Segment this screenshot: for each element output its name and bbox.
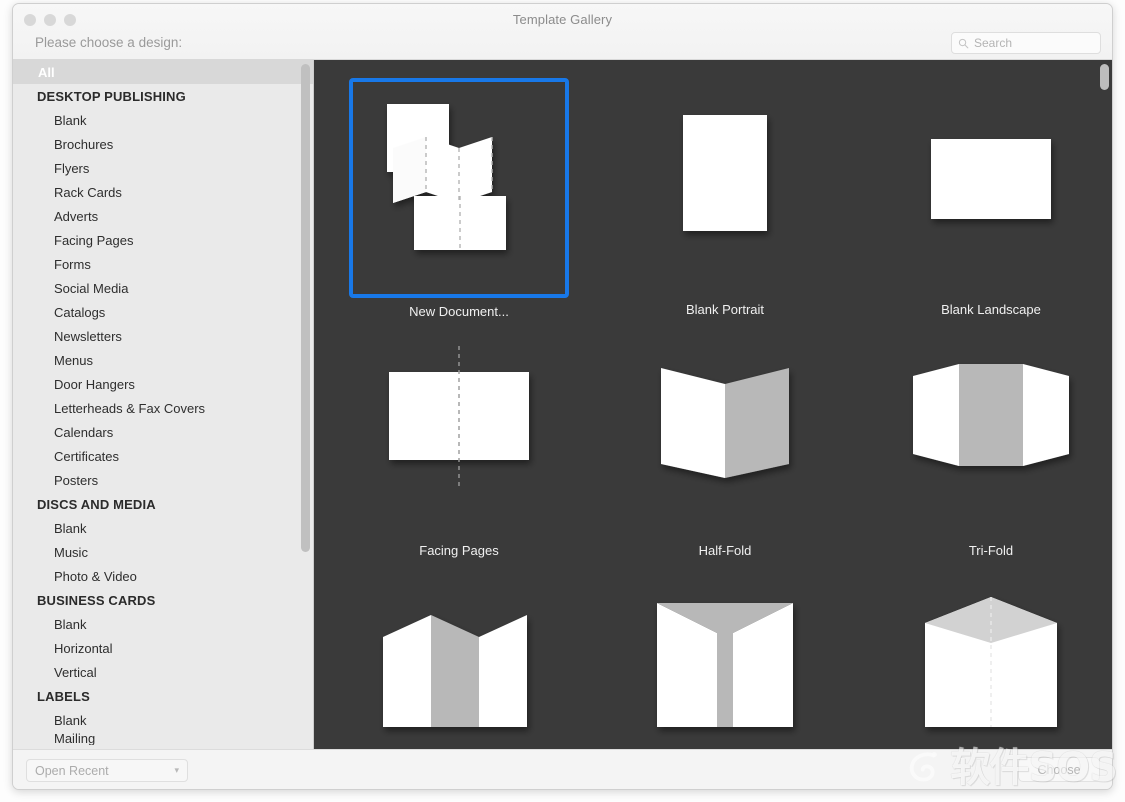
choose-button[interactable]: Choose <box>1018 757 1100 782</box>
sidebar-item-letterheads-fax-covers[interactable]: Letterheads & Fax Covers <box>13 396 313 420</box>
template-thumbnail[interactable] <box>616 319 834 537</box>
sidebar-item-menus[interactable]: Menus <box>13 348 313 372</box>
multi-document-thumbnail-icon <box>387 104 506 250</box>
template-thumbnail[interactable] <box>616 78 834 296</box>
sidebar-item-horizontal[interactable]: Horizontal <box>13 636 313 660</box>
sidebar-section-header: LABELS <box>37 688 90 704</box>
search-input[interactable] <box>974 36 1094 50</box>
sidebar-item-flyers[interactable]: Flyers <box>13 156 313 180</box>
sidebar-item-social-media[interactable]: Social Media <box>13 276 313 300</box>
sidebar-item-adverts[interactable]: Adverts <box>13 204 313 228</box>
template-gallery-window: Template Gallery Please choose a design:… <box>12 3 1113 790</box>
template-thumbnail[interactable] <box>350 319 568 537</box>
half-fold-thumbnail-icon <box>661 368 789 478</box>
gate-fold-thumbnail-icon <box>657 603 793 727</box>
template-thumbnail[interactable] <box>882 558 1100 749</box>
gallery-row: New Document... Blank Portrait Blank Lands… <box>314 78 1112 319</box>
facing-pages-thumbnail-icon <box>389 346 529 486</box>
template-card-label: Blank Portrait <box>685 302 765 317</box>
gallery-rows: New Document... Blank Portrait Blank Lands… <box>314 60 1112 749</box>
template-card-facing-pages[interactable]: Facing Pages <box>338 319 580 558</box>
screen: Template Gallery Please choose a design:… <box>0 0 1125 802</box>
sidebar-item-certificates[interactable]: Certificates <box>13 444 313 468</box>
window-body: All DESKTOP PUBLISHING Blank Brochures Flyer… <box>13 60 1112 749</box>
gallery-row: Facing Pages Half-Fold Tri-Fold <box>314 319 1112 558</box>
chevron-down-icon: ▾ <box>174 765 179 775</box>
sidebar-item-door-hangers[interactable]: Door Hangers <box>13 372 313 396</box>
open-recent-dropdown[interactable]: Open Recent ▾ <box>26 759 188 782</box>
book-fold-thumbnail-icon <box>925 597 1057 727</box>
sidebar-item-calendars[interactable]: Calendars <box>13 420 313 444</box>
category-sidebar: All DESKTOP PUBLISHING Blank Brochures Flyer… <box>13 60 314 749</box>
template-card-label: Facing Pages <box>419 543 499 558</box>
sidebar-item-forms[interactable]: Forms <box>13 252 313 276</box>
sidebar-section-header: BUSINESS CARDS <box>37 592 156 608</box>
window-title: Template Gallery <box>512 12 613 27</box>
template-thumbnail-selected[interactable] <box>349 78 569 298</box>
template-card-blank-portrait[interactable]: Blank Portrait <box>604 78 846 319</box>
prompt-label: Please choose a design: <box>35 35 183 50</box>
sidebar-item-blank[interactable]: Blank <box>13 108 313 132</box>
sidebar-item-catalogs[interactable]: Catalogs <box>13 300 313 324</box>
template-card-z-fold[interactable] <box>338 558 580 749</box>
sidebar-item-newsletters[interactable]: Newsletters <box>13 324 313 348</box>
template-card-gate-fold[interactable] <box>604 558 846 749</box>
template-card-new-document[interactable]: New Document... <box>338 78 580 319</box>
template-card-label: Blank Landscape <box>941 302 1041 317</box>
window-titlebar: Template Gallery Please choose a design: <box>13 4 1112 60</box>
sidebar-item-music[interactable]: Music <box>13 540 313 564</box>
category-list: All DESKTOP PUBLISHING Blank Brochures Flyer… <box>13 60 313 749</box>
template-thumbnail[interactable] <box>882 78 1100 296</box>
template-card-label: Tri-Fold <box>968 543 1014 558</box>
sidebar-item-photo-video[interactable]: Photo & Video <box>13 564 313 588</box>
sidebar-item-blank[interactable]: Blank <box>13 612 313 636</box>
search-icon <box>958 38 969 48</box>
template-card-blank-landscape[interactable]: Blank Landscape <box>870 78 1112 319</box>
sidebar-section-header: DESKTOP PUBLISHING <box>37 88 186 104</box>
template-thumbnail[interactable] <box>350 558 568 749</box>
sidebar-scrollbar-track[interactable] <box>301 60 310 749</box>
sidebar-item-blank[interactable]: Blank <box>13 708 313 732</box>
tri-fold-thumbnail-icon <box>913 364 1069 466</box>
template-thumbnail[interactable] <box>616 558 834 749</box>
template-gallery-grid: New Document... Blank Portrait Blank Lands… <box>314 60 1112 749</box>
page-portrait-thumbnail-icon <box>683 115 767 231</box>
sidebar-item-posters[interactable]: Posters <box>13 468 313 492</box>
sidebar-item-mailing[interactable]: Mailing <box>13 732 313 745</box>
open-recent-label: Open Recent <box>35 763 109 778</box>
sidebar-item-vertical[interactable]: Vertical <box>13 660 313 684</box>
template-card-half-fold[interactable]: Half-Fold <box>604 319 846 558</box>
sidebar-item-blank[interactable]: Blank <box>13 516 313 540</box>
gallery-scrollbar-track[interactable] <box>1100 60 1109 749</box>
page-landscape-thumbnail-icon <box>931 139 1051 219</box>
search-field[interactable] <box>951 32 1101 54</box>
window-footer: Open Recent ▾ Choose <box>13 749 1112 789</box>
sidebar-scrollbar-thumb[interactable] <box>301 64 310 552</box>
sidebar-section-header: DISCS AND MEDIA <box>37 496 156 512</box>
template-card-label: Half-Fold <box>698 543 752 558</box>
sidebar-item-facing-pages[interactable]: Facing Pages <box>13 228 313 252</box>
template-thumbnail[interactable] <box>882 319 1100 537</box>
gallery-row <box>314 558 1112 749</box>
z-fold-thumbnail-icon <box>383 615 527 727</box>
sidebar-item-all[interactable]: All <box>13 60 313 84</box>
template-card-tri-fold[interactable]: Tri-Fold <box>870 319 1112 558</box>
template-card-book-fold[interactable] <box>870 558 1112 749</box>
gallery-scrollbar-thumb[interactable] <box>1100 64 1109 90</box>
sidebar-item-brochures[interactable]: Brochures <box>13 132 313 156</box>
sidebar-item-rack-cards[interactable]: Rack Cards <box>13 180 313 204</box>
template-card-label: New Document... <box>409 304 509 319</box>
